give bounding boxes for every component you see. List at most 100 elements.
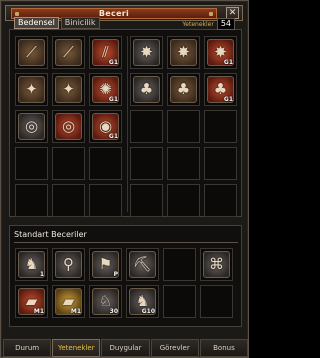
skill-glyph: ⫽	[102, 43, 109, 61]
skill-slot[interactable]	[163, 248, 196, 281]
skill-slot[interactable]	[89, 184, 122, 217]
skill-glyph: ◎	[61, 117, 76, 135]
skill-level-badge: G10	[141, 308, 155, 315]
tree-icon[interactable]: ♣	[133, 76, 160, 103]
skill-slot[interactable]: ⚑ P	[89, 248, 122, 281]
skill-glyph: ♞	[24, 255, 39, 273]
claw-icon[interactable]: ⫽ G1	[92, 39, 119, 66]
skill-glyph: ♣	[213, 80, 228, 98]
skill-slot[interactable]: ♣ G1	[204, 73, 237, 106]
skill-slot[interactable]: ✺ G1	[89, 73, 122, 106]
tab-bedensel[interactable]: Bedensel	[14, 17, 59, 29]
skill-slot[interactable]: ✦	[52, 73, 85, 106]
skill-slot[interactable]: ⚲	[52, 248, 85, 281]
skill-slot[interactable]	[52, 184, 85, 217]
skill-slot[interactable]: ◎	[52, 110, 85, 143]
skill-slot[interactable]: ⛏	[126, 248, 159, 281]
skill-slot[interactable]	[200, 285, 233, 318]
skill-slot[interactable]: ⌘	[200, 248, 233, 281]
skill-slot[interactable]: ♣	[167, 73, 200, 106]
star-burst-icon[interactable]: ✸ G1	[207, 39, 234, 66]
skill-slot[interactable]	[15, 147, 48, 180]
skill-slot[interactable]	[167, 110, 200, 143]
skill-slot[interactable]	[89, 147, 122, 180]
skill-slot[interactable]	[130, 110, 163, 143]
tab-yetenekler[interactable]: Yetenekler	[52, 339, 101, 357]
swirl-icon[interactable]: ◎	[55, 113, 82, 140]
skill-level-badge: P	[113, 271, 118, 278]
red-scroll-icon[interactable]: ▰ M1	[18, 288, 45, 315]
skill-slot[interactable]	[167, 184, 200, 217]
tab-bonus[interactable]: Bonus	[199, 339, 249, 357]
skill-points-value: 54	[216, 18, 235, 30]
skill-points: Yetenekler 54	[182, 18, 235, 30]
skill-glyph: ♘	[98, 292, 113, 310]
skill-panel: Bedensel Binicilik Yetenekler 54 ⟋ ⟋ ⫽ G1 ✦ ✦…	[9, 17, 242, 217]
skill-level-badge: M1	[33, 308, 44, 315]
swirl-icon[interactable]: ◎	[18, 113, 45, 140]
star-burst-icon[interactable]: ✸	[170, 39, 197, 66]
skill-glyph: ▰	[25, 292, 38, 310]
skill-slot[interactable]: ◉ G1	[89, 110, 122, 143]
skill-group-tabs: Bedensel Binicilik	[14, 17, 102, 29]
horse-head-icon[interactable]: ♞ 1	[18, 251, 45, 278]
fishing-rod-icon[interactable]: ⚲	[55, 251, 82, 278]
skill-slot[interactable]	[204, 110, 237, 143]
tab-durum[interactable]: Durum	[3, 339, 52, 357]
yellow-scroll-icon[interactable]: ▰ M1	[55, 288, 82, 315]
skill-slot[interactable]	[52, 147, 85, 180]
skill-slot[interactable]: ⟋	[52, 36, 85, 69]
title-ornament-left	[15, 12, 19, 16]
skill-glyph: ⌘	[209, 255, 224, 273]
eagle-icon[interactable]: ✦	[18, 76, 45, 103]
skill-slot[interactable]: ✦	[15, 73, 48, 106]
horse-icon[interactable]: ♘ 30	[92, 288, 119, 315]
skill-slot[interactable]: ▰ M1	[15, 285, 48, 318]
skill-level-badge: 1	[39, 271, 44, 278]
flag-icon[interactable]: ⚑ P	[92, 251, 119, 278]
skill-slot[interactable]: ♞ G10	[126, 285, 159, 318]
tab-duygular[interactable]: Duygular	[101, 339, 150, 357]
skill-window: Beceri ✕ Bedensel Binicilik Yetenekler 5…	[0, 0, 249, 358]
tab-binicilik[interactable]: Binicilik	[60, 17, 100, 29]
standard-skill-grid: ♞ 1 ⚲ ⚑ P ⛏ ⌘ ▰ M1 ▰ M1 ♘ 30 ♞ G10	[15, 248, 233, 318]
lion-icon[interactable]: ✺ G1	[92, 76, 119, 103]
skill-slot[interactable]: ✸ G1	[204, 36, 237, 69]
skill-slot[interactable]: ⟋	[15, 36, 48, 69]
skill-glyph: ⚑	[98, 255, 113, 273]
skill-slot[interactable]	[163, 285, 196, 318]
skill-slot[interactable]	[15, 184, 48, 217]
skill-slot[interactable]	[130, 184, 163, 217]
star-burst-icon[interactable]: ✸	[133, 39, 160, 66]
pickaxe-icon[interactable]: ⛏	[129, 251, 156, 278]
skill-glyph: ⚲	[63, 255, 74, 273]
skill-level-badge: G1	[108, 59, 118, 66]
skill-slot[interactable]: ♞ 1	[15, 248, 48, 281]
knot-icon[interactable]: ⌘	[203, 251, 230, 278]
tab-gorevler[interactable]: Görevler	[150, 339, 199, 357]
skill-glyph: ⟋	[26, 43, 37, 61]
skill-slot[interactable]: ◎	[15, 110, 48, 143]
chess-knight-icon[interactable]: ♞ G10	[129, 288, 156, 315]
skill-slot[interactable]	[204, 147, 237, 180]
skill-slot[interactable]: ♘ 30	[89, 285, 122, 318]
slash-icon[interactable]: ⟋	[55, 39, 82, 66]
skill-slot[interactable]: ✸	[130, 36, 163, 69]
skill-slot[interactable]	[130, 147, 163, 180]
eagle-icon[interactable]: ✦	[55, 76, 82, 103]
standard-skills-title: Standart Beceriler	[14, 230, 87, 239]
skill-slot[interactable]: ♣	[130, 73, 163, 106]
skill-glyph: ⛏	[132, 255, 153, 273]
tree-icon[interactable]: ♣ G1	[207, 76, 234, 103]
left-skill-grid: ⟋ ⟋ ⫽ G1 ✦ ✦ ✺ G1 ◎ ◎ ◉ G1	[15, 36, 122, 217]
skill-slot[interactable]: ⫽ G1	[89, 36, 122, 69]
tree-icon[interactable]: ♣	[170, 76, 197, 103]
vortex-icon[interactable]: ◉ G1	[92, 113, 119, 140]
skill-slot[interactable]: ▰ M1	[52, 285, 85, 318]
skill-slot[interactable]	[204, 184, 237, 217]
window-title: Beceri	[98, 9, 130, 18]
slash-icon[interactable]: ⟋	[18, 39, 45, 66]
skill-slot[interactable]	[167, 147, 200, 180]
skill-slot[interactable]: ✸	[167, 36, 200, 69]
standard-skills-panel: Standart Beceriler ♞ 1 ⚲ ⚑ P ⛏ ⌘ ▰ M1 ▰ M1 ♘ 30 ♞ G10	[9, 225, 242, 327]
